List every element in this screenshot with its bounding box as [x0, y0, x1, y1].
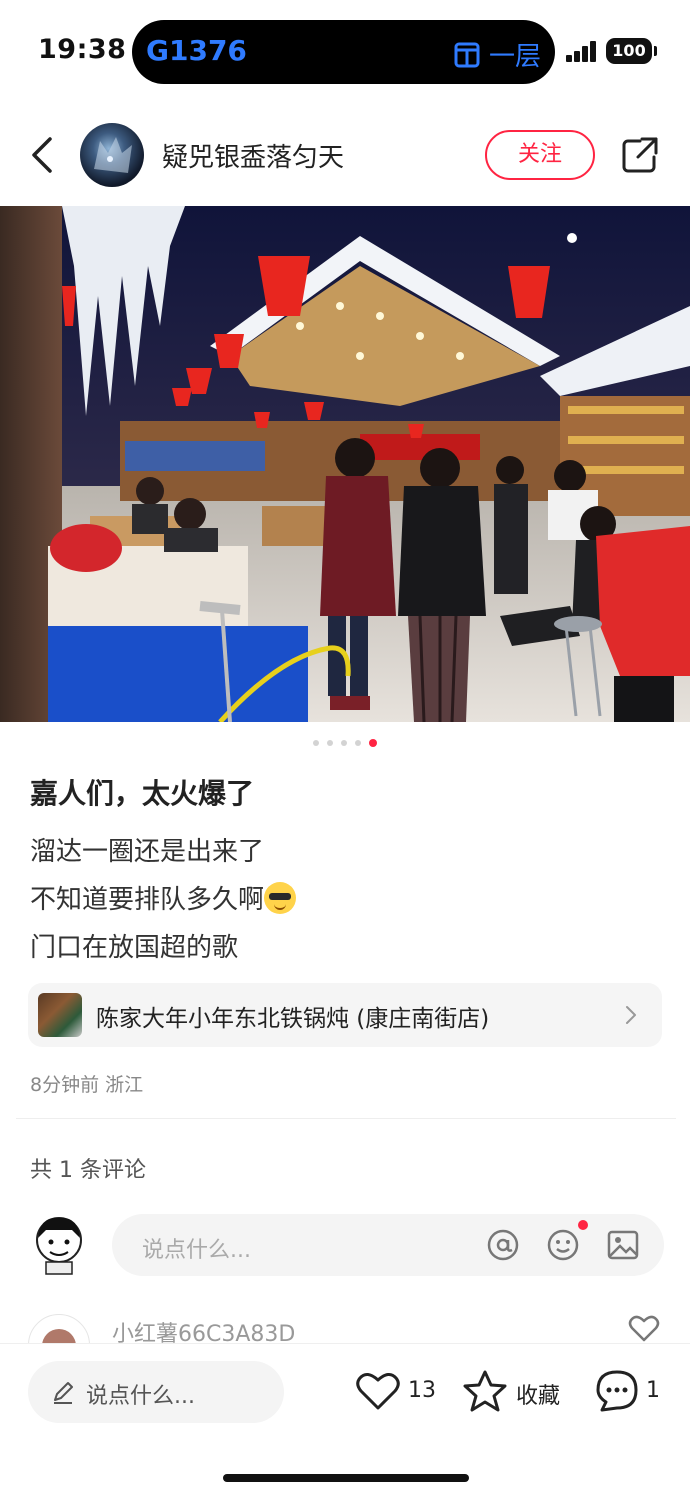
post-line: 不知道要排队多久啊: [30, 885, 265, 915]
bottom-input-placeholder: 说点什么...: [86, 1384, 195, 1409]
battery-level: 100: [612, 41, 646, 60]
back-arrow-icon[interactable]: [26, 135, 58, 175]
author-avatar[interactable]: [80, 123, 144, 187]
island-train-number: G1376: [146, 34, 247, 67]
image-icon[interactable]: [606, 1228, 640, 1262]
battery-icon: 100: [606, 38, 657, 64]
notification-dot: [578, 1220, 588, 1230]
island-floor-label: 一层: [488, 42, 541, 72]
comment-input[interactable]: 说点什么...: [112, 1214, 664, 1276]
pencil-icon: [54, 1382, 73, 1404]
emoji-icon[interactable]: [546, 1228, 580, 1262]
my-avatar[interactable]: [30, 1212, 88, 1276]
post-header: 疑兕银盉落匀天 关注: [0, 105, 690, 205]
restaurant-interior-image: [0, 206, 690, 722]
comment-item: 小红薯66C3A83D: [0, 1310, 690, 1344]
comment-bubble-icon[interactable]: [594, 1368, 640, 1414]
post-line: 溜达一圈还是出来了: [30, 837, 265, 867]
bottom-comment-input[interactable]: 说点什么...: [28, 1361, 284, 1423]
home-indicator[interactable]: [223, 1474, 469, 1482]
comment-placeholder: 说点什么...: [142, 1238, 251, 1263]
post-title: 嘉人们，太火爆了: [30, 777, 255, 810]
status-time: 19:38: [38, 34, 127, 65]
commenter-name[interactable]: 小红薯66C3A83D: [112, 1316, 295, 1344]
mention-at-icon[interactable]: [486, 1228, 520, 1262]
post-meta: 8分钟前 浙江: [30, 1070, 143, 1097]
carousel-dot: [355, 740, 361, 746]
status-bar: 19:38 G1376 一层 100: [0, 0, 690, 100]
follow-button[interactable]: 关注: [485, 130, 595, 180]
carousel-dot: [313, 740, 319, 746]
post-body: 溜达一圈还是出来了 不知道要排队多久啊 门口在放国超的歌: [30, 828, 297, 972]
shop-name: 陈家大年小年东北铁锅炖 (康庄南街店): [96, 1006, 490, 1032]
island-floor: 一层: [453, 36, 541, 73]
post-time: 8分钟前: [30, 1074, 106, 1096]
author-name[interactable]: 疑兕银盉落匀天: [162, 137, 344, 174]
shop-thumbnail: [38, 993, 82, 1037]
post-line: 门口在放国超的歌: [30, 933, 239, 963]
wolf-avatar-icon: [94, 137, 132, 173]
share-icon[interactable]: [620, 135, 660, 175]
post-location: 浙江: [105, 1074, 144, 1096]
signal-icon: [566, 40, 598, 62]
post-photo[interactable]: [0, 206, 690, 722]
like-count: 13: [408, 1378, 436, 1403]
dynamic-island[interactable]: G1376 一层: [132, 20, 555, 84]
post-line-with-emoji: 不知道要排队多久啊: [30, 876, 297, 924]
carousel-indicator: [0, 739, 690, 747]
bottom-action-bar: 说点什么... 13 收藏 1: [0, 1343, 690, 1496]
commenter-avatar[interactable]: [28, 1314, 90, 1344]
like-heart-icon[interactable]: [355, 1370, 401, 1412]
comment-count: 共 1 条评论: [30, 1158, 146, 1183]
carousel-dot-active: [369, 739, 377, 747]
divider: [16, 1118, 676, 1119]
shop-link-card[interactable]: 陈家大年小年东北铁锅炖 (康庄南街店): [28, 983, 662, 1047]
elevator-icon: [454, 42, 480, 67]
collect-label: 收藏: [516, 1384, 561, 1409]
comment-like-icon[interactable]: [628, 1314, 660, 1342]
cool-face-emoji-icon: [264, 882, 297, 914]
chevron-right-icon: [626, 1006, 636, 1024]
carousel-dot: [341, 740, 347, 746]
carousel-dot: [327, 740, 333, 746]
collect-star-icon[interactable]: [462, 1368, 508, 1414]
comment-count-bottom: 1: [646, 1378, 660, 1403]
